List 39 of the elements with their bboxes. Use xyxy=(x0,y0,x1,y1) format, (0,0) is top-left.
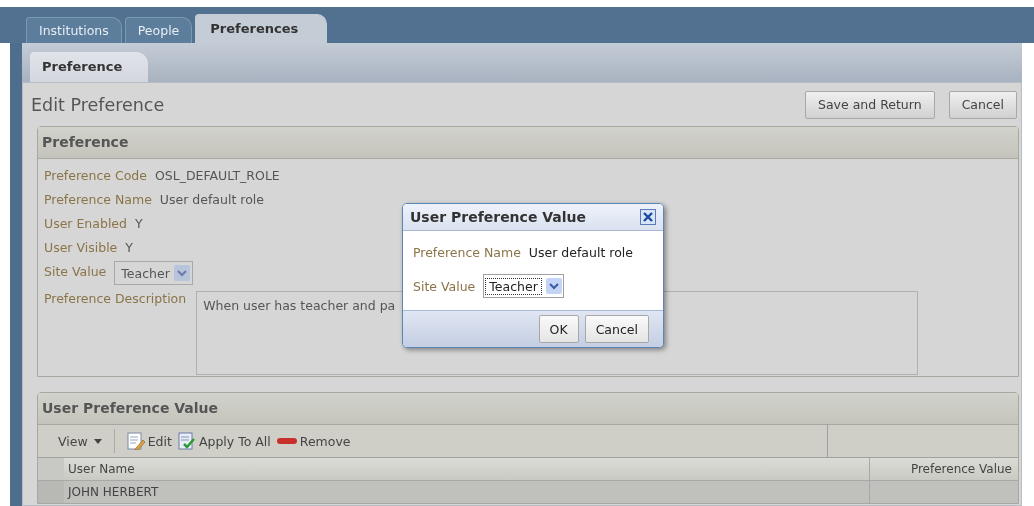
document-check-icon xyxy=(177,432,196,450)
field-value: Y xyxy=(125,239,133,255)
site-value-dropdown[interactable]: Teacher xyxy=(483,274,564,298)
minus-icon xyxy=(276,438,297,444)
page-button[interactable]: Save and Return xyxy=(805,90,935,119)
section-title: Preference xyxy=(42,134,129,150)
tab[interactable]: People xyxy=(124,17,193,43)
field-value: User default role xyxy=(159,191,264,207)
apply-to-all-button[interactable]: Apply To All xyxy=(177,432,271,450)
table-cell-text: JOHN HERBERT xyxy=(66,484,160,501)
field-label: Preference Description xyxy=(44,291,187,306)
column-header[interactable]: User Name xyxy=(64,458,869,480)
caret-icon xyxy=(93,438,102,444)
field-label: Site Value xyxy=(44,263,107,279)
notepad-pencil-icon xyxy=(126,432,145,450)
field-value: OSL_DEFAULT_ROLE xyxy=(155,167,280,183)
page-title: Edit Preference xyxy=(31,94,165,115)
close-icon[interactable] xyxy=(640,209,656,225)
field-label: Preference Name xyxy=(413,244,521,260)
tab[interactable]: Preferences xyxy=(195,14,328,43)
field-label: User Enabled xyxy=(44,215,127,231)
tab[interactable]: Institutions xyxy=(26,17,122,43)
dialog-button[interactable]: Cancel xyxy=(584,315,649,343)
view-menu[interactable]: View xyxy=(58,433,102,449)
site-value-dropdown[interactable]: Teacher xyxy=(114,261,193,285)
dialog-button[interactable]: OK xyxy=(538,315,579,343)
column-header[interactable]: Preference Value xyxy=(869,458,1018,480)
field-label: User Visible xyxy=(44,239,118,255)
field-label: Preference Code xyxy=(44,167,147,183)
section-title: User Preference Value xyxy=(42,400,219,416)
edit-button[interactable]: Edit xyxy=(126,432,172,450)
field-label: Preference Name xyxy=(44,191,152,207)
dialog-title: User Preference Value xyxy=(410,209,587,225)
field-value: Y xyxy=(135,215,143,231)
field-label: Site Value xyxy=(413,278,476,294)
page-button[interactable]: Cancel xyxy=(948,90,1017,119)
remove-button[interactable]: Remove xyxy=(276,433,351,449)
field-value: User default role xyxy=(528,244,633,260)
tab[interactable]: Preference xyxy=(30,52,149,82)
